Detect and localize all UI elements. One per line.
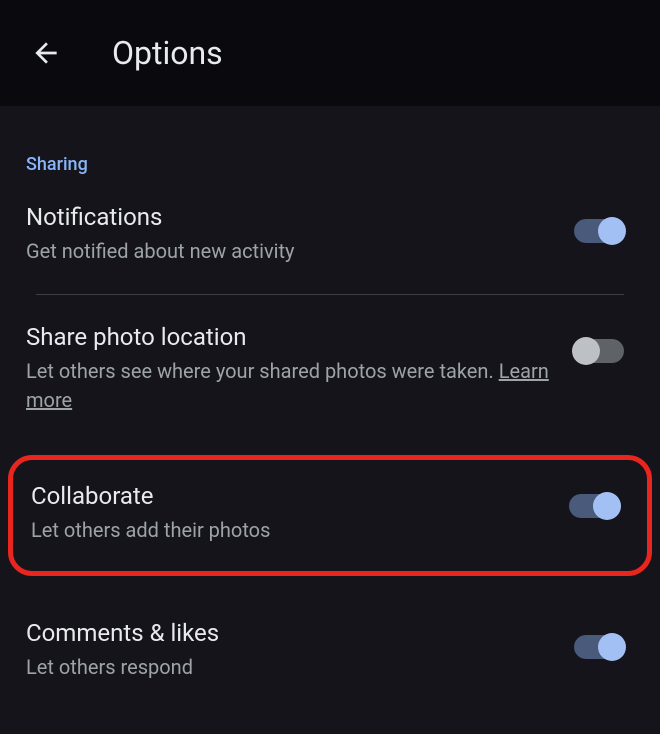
setting-notifications[interactable]: Notifications Get notified about new act…	[26, 175, 634, 294]
toggle-knob	[593, 492, 621, 520]
setting-text: Comments & likes Let others respond	[26, 619, 574, 682]
setting-share-photo-location[interactable]: Share photo location Let others see wher…	[26, 295, 634, 443]
setting-description: Let others see where your shared photos …	[26, 357, 554, 415]
toggle-comments-likes[interactable]	[574, 635, 624, 659]
setting-text: Collaborate Let others add their photos	[31, 482, 569, 545]
toggle-knob	[598, 217, 626, 245]
app-header: Options	[0, 0, 660, 106]
toggle-share-photo-location[interactable]	[574, 339, 624, 363]
toggle-knob	[572, 337, 600, 365]
setting-title: Collaborate	[31, 482, 549, 510]
section-label-sharing: Sharing	[0, 106, 660, 175]
setting-description: Get notified about new activity	[26, 237, 554, 266]
page-title: Options	[112, 34, 223, 72]
setting-title: Comments & likes	[26, 619, 554, 647]
toggle-notifications[interactable]	[574, 219, 624, 243]
setting-description: Let others respond	[26, 653, 554, 682]
settings-list: Notifications Get notified about new act…	[0, 175, 660, 710]
setting-comments-likes[interactable]: Comments & likes Let others respond	[26, 591, 634, 710]
setting-collaborate[interactable]: Collaborate Let others add their photos	[31, 482, 619, 545]
description-text: Let others see where your shared photos …	[26, 359, 499, 383]
setting-description: Let others add their photos	[31, 516, 549, 545]
setting-title: Notifications	[26, 203, 554, 231]
setting-text: Share photo location Let others see wher…	[26, 323, 574, 415]
setting-title: Share photo location	[26, 323, 554, 351]
toggle-knob	[598, 633, 626, 661]
highlight-collaborate: Collaborate Let others add their photos	[8, 455, 652, 576]
toggle-collaborate[interactable]	[569, 494, 619, 518]
setting-text: Notifications Get notified about new act…	[26, 203, 574, 266]
back-arrow-icon[interactable]	[30, 37, 62, 69]
